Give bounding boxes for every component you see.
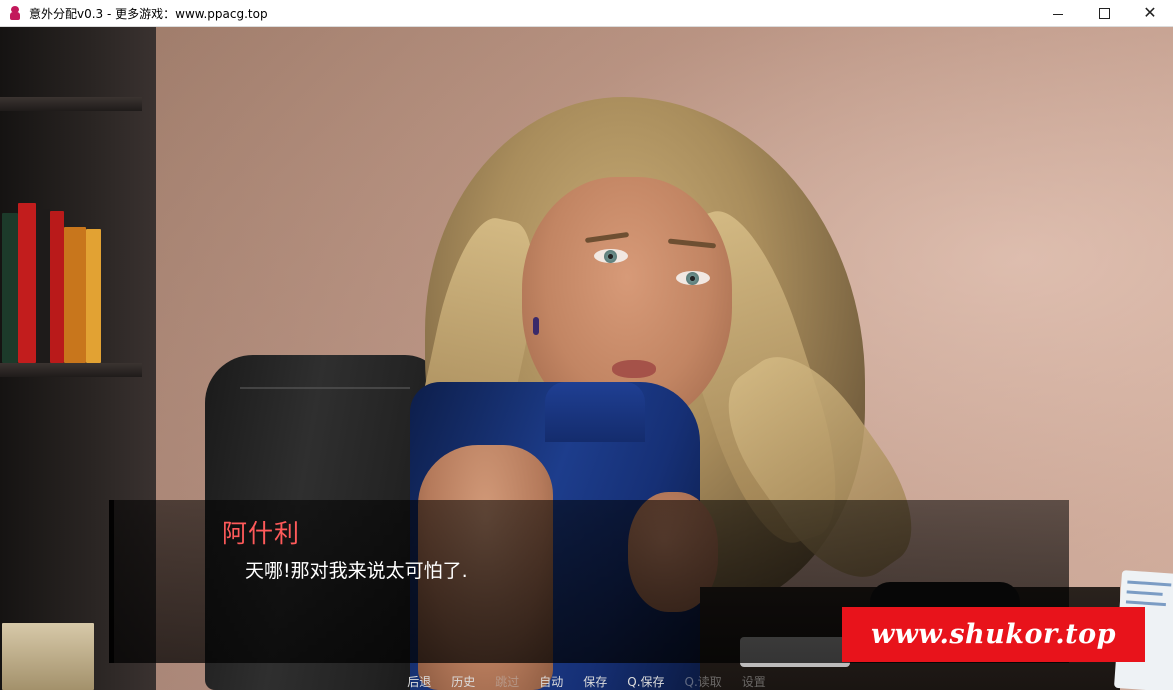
quick-menu: 后退 历史 跳过 自动 保存 Q.保存 Q.读取 设置 bbox=[0, 675, 1173, 690]
window-controls: ✕ bbox=[1035, 0, 1173, 26]
maximize-icon bbox=[1098, 7, 1110, 19]
eye bbox=[676, 271, 710, 285]
character-lips bbox=[612, 360, 656, 378]
book bbox=[36, 209, 50, 363]
title-bar[interactable]: 意外分配v0.3 - 更多游戏：www.ppacg.top ✕ bbox=[0, 0, 1173, 27]
watermark-banner: www.shukor.top bbox=[842, 607, 1145, 662]
earring bbox=[533, 317, 539, 335]
character-collar bbox=[545, 382, 645, 442]
dialogue-edge bbox=[109, 500, 114, 663]
quick-menu-preferences[interactable]: 设置 bbox=[732, 675, 776, 690]
game-window: 意外分配v0.3 - 更多游戏：www.ppacg.top ✕ 阿什利 天哪!那… bbox=[0, 0, 1173, 690]
speaker-name: 阿什利 bbox=[222, 519, 301, 548]
book bbox=[2, 213, 18, 363]
eye bbox=[594, 249, 628, 263]
book bbox=[50, 211, 64, 363]
book bbox=[86, 229, 101, 363]
book bbox=[64, 227, 86, 363]
quick-menu-back[interactable]: 后退 bbox=[397, 675, 441, 690]
minimize-button[interactable] bbox=[1035, 0, 1081, 26]
close-icon: ✕ bbox=[1143, 3, 1157, 22]
shelf-board bbox=[0, 97, 142, 111]
quick-menu-skip[interactable]: 跳过 bbox=[485, 675, 529, 690]
maximize-button[interactable] bbox=[1081, 0, 1127, 26]
quick-menu-history[interactable]: 历史 bbox=[441, 675, 485, 690]
quick-menu-quick-save[interactable]: Q.保存 bbox=[617, 675, 674, 690]
chair-seam bbox=[240, 387, 410, 389]
quick-menu-auto[interactable]: 自动 bbox=[529, 675, 573, 690]
app-girl-icon bbox=[8, 6, 22, 20]
quick-menu-save[interactable]: 保存 bbox=[573, 675, 617, 690]
watermark-text: www.shukor.top bbox=[870, 619, 1117, 650]
dialogue-text: 天哪!那对我来说太可怕了. bbox=[245, 560, 468, 582]
shelf-board bbox=[0, 363, 142, 377]
close-button[interactable]: ✕ bbox=[1127, 0, 1173, 26]
quick-menu-quick-load[interactable]: Q.读取 bbox=[675, 675, 732, 690]
book bbox=[18, 203, 36, 363]
minimize-icon bbox=[1053, 13, 1063, 15]
window-title: 意外分配v0.3 - 更多游戏：www.ppacg.top bbox=[29, 6, 268, 21]
